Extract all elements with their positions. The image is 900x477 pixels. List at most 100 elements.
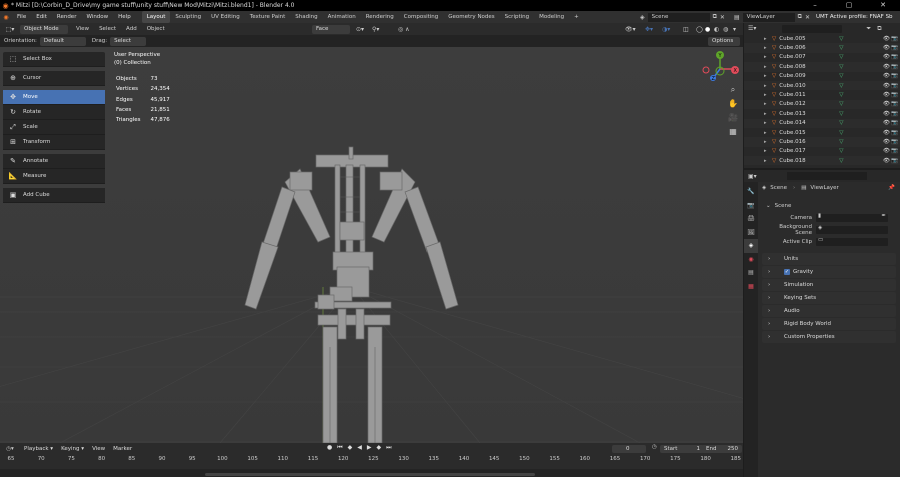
menu-add[interactable]: Add [121, 26, 142, 32]
outliner-row[interactable]: ▸ ▽ Cube.012 ▽ 👁 📷 [744, 99, 900, 110]
timeline-editor-icon[interactable]: ◷▾ [0, 446, 20, 452]
units-panel[interactable]: › Units [762, 253, 896, 265]
prev-keyframe-icon[interactable]: ◆ [348, 444, 353, 452]
delete-view-layer-icon[interactable]: ✕ [805, 14, 810, 21]
render-camera-icon[interactable]: 📷 [891, 83, 898, 89]
visibility-eye-icon[interactable]: 👁 [883, 83, 890, 89]
playback-menu[interactable]: Playback ▾ [20, 446, 57, 452]
blender-menu-icon[interactable]: ◉ [0, 14, 12, 21]
render-camera-icon[interactable]: 📷 [891, 92, 898, 98]
editor-type-icon[interactable]: ⬚▾ [0, 26, 20, 33]
visibility-eye-icon[interactable]: 👁 [883, 139, 890, 145]
outliner-row[interactable]: ▸ ▽ Cube.009 ▽ 👁 📷 [744, 72, 900, 81]
tab-scripting[interactable]: Scripting [500, 11, 534, 23]
xray-icon[interactable]: ◫ [683, 26, 689, 33]
outliner-row[interactable]: ▸ ▽ Cube.011 ▽ 👁 📷 [744, 90, 900, 99]
expand-arrow-icon[interactable]: ▸ [764, 64, 767, 70]
tab-sculpting[interactable]: Sculpting [170, 11, 206, 23]
material-shading-icon[interactable]: ◐ [714, 26, 719, 33]
outliner-row[interactable]: ▸ ▽ Cube.014 ▽ 👁 📷 [744, 118, 900, 128]
expand-arrow-icon[interactable]: ▸ [764, 73, 767, 79]
expand-arrow-icon[interactable]: ▸ [764, 92, 767, 98]
tab-uv-editing[interactable]: UV Editing [206, 11, 245, 23]
frame-ruler[interactable]: 65 70 75 80 85 90 95 100 105 110 115 120 125 130 135 14… [0, 456, 743, 466]
background-scene-field[interactable]: ◈ [816, 225, 888, 234]
maximize-button[interactable]: ▢ [832, 0, 866, 11]
visibility-eye-icon[interactable]: 👁 [883, 111, 890, 117]
orientation-dropdown[interactable]: Default [39, 36, 86, 46]
tool-scale[interactable]: ⤢ Scale [3, 120, 105, 135]
output-tab-icon[interactable]: 🖨 [744, 212, 758, 226]
gravity-panel[interactable]: › ✓ Gravity [762, 266, 896, 278]
scene-selector[interactable]: Scene [647, 12, 710, 22]
view-layer-tab-icon[interactable]: 🖼 [744, 226, 758, 240]
visibility-eye-icon[interactable]: 👁 [883, 73, 890, 79]
visibility-eye-icon[interactable]: 👁 [883, 92, 890, 98]
shading-options-icon[interactable]: ▾ [733, 26, 736, 33]
zoom-icon[interactable]: ⌕ [726, 83, 740, 97]
menu-edit[interactable]: Edit [31, 11, 52, 23]
tab-modeling[interactable]: Modeling [534, 11, 569, 23]
render-camera-icon[interactable]: 📷 [891, 36, 898, 42]
expand-arrow-icon[interactable]: ▸ [764, 83, 767, 89]
camera-view-icon[interactable]: 🎥 [726, 111, 740, 125]
tool-rotate[interactable]: ↻ Rotate [3, 105, 105, 120]
outliner-row[interactable]: ▸ ▽ Cube.005 ▽ 👁 📷 [744, 34, 900, 43]
visibility-eye-icon[interactable]: 👁 [883, 36, 890, 42]
outliner-row[interactable]: ▸ ▽ Cube.015 ▽ 👁 📷 [744, 128, 900, 137]
start-frame-field[interactable]: Start 1 [660, 445, 704, 453]
visibility-eye-icon[interactable]: 👁 [883, 148, 890, 154]
outliner-row[interactable]: ▸ ▽ Cube.017 ▽ 👁 📷 [744, 147, 900, 156]
visibility-eye-icon[interactable]: 👁 [883, 120, 890, 126]
end-frame-field[interactable]: End 250 [702, 445, 742, 453]
tool-cursor[interactable]: ⊕ Cursor [3, 71, 105, 86]
overlay-toggle-icon[interactable]: ◑▾ [662, 26, 670, 33]
object-mode-dropdown[interactable]: Object Mode [20, 24, 68, 34]
custom-properties-panel[interactable]: › Custom Properties [762, 331, 896, 343]
jump-start-icon[interactable]: ⏮ [337, 444, 342, 452]
rendered-shading-icon[interactable]: ◍ [723, 26, 728, 33]
menu-window[interactable]: Window [81, 11, 113, 23]
outliner-search-input[interactable] [782, 24, 843, 33]
render-tab-icon[interactable]: 📷 [744, 199, 758, 213]
outliner-row[interactable]: ▸ ▽ Cube.008 ▽ 👁 📷 [744, 62, 900, 72]
tab-layout[interactable]: Layout [141, 11, 171, 23]
render-camera-icon[interactable]: 📷 [891, 111, 898, 117]
tool-move[interactable]: ✥ Move [3, 90, 105, 105]
pin-icon[interactable]: 📌 [888, 185, 895, 191]
tab-compositing[interactable]: Compositing [399, 11, 443, 23]
tab-rendering[interactable]: Rendering [361, 11, 399, 23]
filter-icon[interactable]: ⏷ [866, 25, 871, 33]
render-camera-icon[interactable]: 📷 [891, 158, 898, 164]
menu-file[interactable]: File [12, 11, 31, 23]
visibility-eye-icon[interactable]: 👁 [883, 64, 890, 70]
render-camera-icon[interactable]: 📷 [891, 45, 898, 51]
next-keyframe-icon[interactable]: ◆ [377, 444, 382, 452]
jump-end-icon[interactable]: ⏭ [386, 444, 391, 452]
expand-arrow-icon[interactable]: ▸ [764, 148, 767, 154]
play-icon[interactable]: ▶ [367, 444, 372, 452]
new-view-layer-icon[interactable]: ⧉ [798, 13, 802, 21]
expand-arrow-icon[interactable]: ▸ [764, 45, 767, 51]
outliner-row[interactable]: ▸ ▽ Cube.010 ▽ 👁 📷 [744, 80, 900, 91]
expand-arrow-icon[interactable]: ▸ [764, 139, 767, 145]
render-camera-icon[interactable]: 📷 [891, 130, 898, 136]
tool-annotate[interactable]: ✎ Annotate [3, 154, 105, 169]
outliner-row[interactable]: ▸ ▽ Cube.018 ▽ 👁 📷 [744, 156, 900, 166]
outliner-row[interactable]: ▸ ▽ Cube.013 ▽ 👁 📷 [744, 109, 900, 118]
close-button[interactable]: ✕ [866, 0, 900, 11]
expand-arrow-icon[interactable]: ▸ [764, 158, 767, 164]
add-workspace-icon[interactable]: + [569, 11, 584, 23]
tab-shading[interactable]: Shading [290, 11, 322, 23]
tool-select-box[interactable]: ⬚ Select Box [3, 52, 105, 67]
current-frame-field[interactable]: 0 [612, 445, 646, 453]
tab-animation[interactable]: Animation [323, 11, 361, 23]
visibility-icon[interactable]: 👁▾ [625, 26, 636, 33]
marker-menu[interactable]: Marker [109, 446, 136, 452]
gravity-checkbox[interactable]: ✓ [784, 269, 790, 275]
properties-search-input[interactable] [786, 172, 867, 180]
visibility-eye-icon[interactable]: 👁 [883, 54, 890, 60]
scene-panel-header[interactable]: ⌄ Scene [762, 200, 896, 212]
expand-arrow-icon[interactable]: ▸ [764, 36, 767, 42]
audio-panel[interactable]: › Audio [762, 305, 896, 317]
